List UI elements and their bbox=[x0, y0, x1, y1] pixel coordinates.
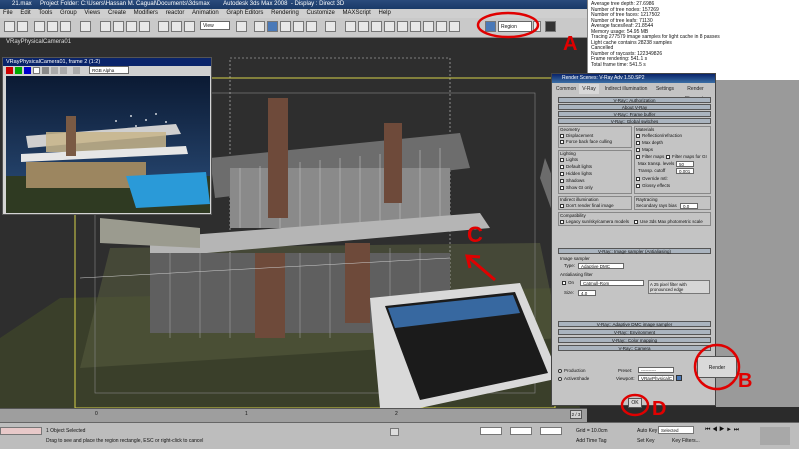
arrow-c-shaft bbox=[466, 254, 496, 282]
circle-d bbox=[620, 393, 650, 417]
annotation-b: B bbox=[738, 370, 753, 392]
circle-a bbox=[476, 11, 540, 39]
circle-b bbox=[693, 343, 741, 391]
annotation-d: D bbox=[652, 398, 667, 420]
annotation-a: A bbox=[563, 33, 578, 55]
annotation-overlay bbox=[465, 11, 741, 417]
annotation-c: C bbox=[467, 222, 483, 247]
